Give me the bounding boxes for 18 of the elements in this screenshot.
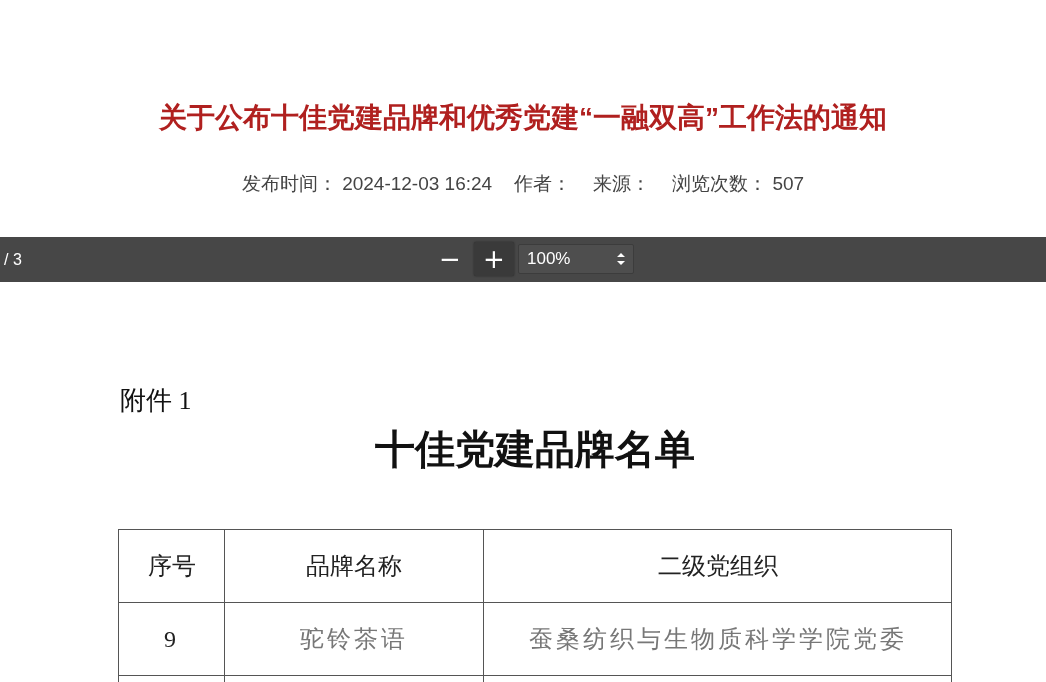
attachment-label: 附件 1 [120,386,193,416]
meta-item: 发布时间： 2024-12-03 16:24 [241,172,493,196]
table-cell: 9 [118,602,225,676]
table-cell: 驼铃茶语 [224,602,484,676]
zoom-out-button[interactable]: − [430,242,470,276]
page-count: / 3 [3,250,22,269]
table-cell: 蚕桑纺织与生物质科学学院党委 [483,602,952,676]
meta-item: 作者： [514,172,572,196]
zoom-in-button[interactable]: + [474,242,514,276]
column-header: 序号 [118,529,225,603]
column-header: 二级党组织 [483,529,952,603]
column-header: 品牌名称 [224,529,484,603]
zoom-select[interactable]: 100% [518,244,634,274]
document-heading: 十佳党建品牌名单 [373,426,696,474]
meta-item: 来源： [593,172,651,196]
spinner-arrows-icon [617,253,625,265]
meta-item: 浏览次数： 507 [672,172,805,196]
article-title: 关于公布十佳党建品牌和优秀党建“一融双高”工作法的通知 [158,101,888,135]
